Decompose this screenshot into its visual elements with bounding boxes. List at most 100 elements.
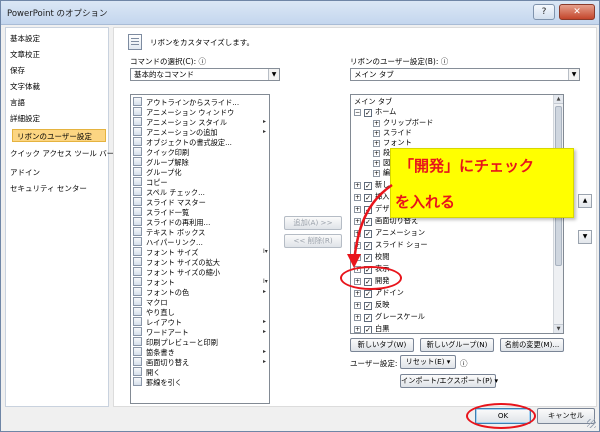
expand-icon[interactable]: + — [354, 242, 361, 249]
checkbox[interactable]: ✓ — [364, 109, 372, 117]
expand-icon[interactable]: + — [373, 120, 380, 127]
tree-tab[interactable]: + ✓ 挿入 — [354, 192, 389, 202]
nav-item-addins[interactable]: アドイン — [10, 166, 40, 179]
new-group-button[interactable]: 新しいグループ(N) — [420, 338, 494, 352]
expand-icon[interactable]: + — [354, 314, 361, 321]
nav-item-typography[interactable]: 文字体裁 — [10, 80, 40, 93]
tree-tab-home[interactable]: − ✓ ホーム — [354, 107, 396, 117]
list-item[interactable]: 罫線を引く — [133, 377, 182, 387]
list-item[interactable]: マクロ — [133, 297, 168, 307]
tree-tab[interactable]: + ✓ 反映 — [354, 300, 389, 310]
tree-tab[interactable]: + ✓ 校閲 — [354, 252, 389, 262]
commands-list[interactable]: アウトラインからスライド... アニメーション ウィンドウ アニメーション スタ… — [130, 94, 270, 404]
expand-icon[interactable]: + — [354, 218, 361, 225]
list-item[interactable]: 画面切り替え ▸ — [133, 357, 266, 367]
tree-group[interactable]: + スライド — [373, 128, 412, 138]
tree-tab[interactable]: + ✓ アニメーション — [354, 228, 425, 238]
list-item[interactable]: 印刷プレビューと印刷 — [133, 337, 218, 347]
move-down-button[interactable]: ▼ — [578, 230, 592, 244]
list-item[interactable]: フォントの色 ▸ — [133, 287, 266, 297]
remove-button[interactable]: << 削除(R) — [284, 234, 342, 248]
checkbox[interactable]: ✓ — [364, 326, 372, 333]
import-export-button[interactable]: インポート/エクスポート(P) ▾ — [400, 374, 498, 388]
list-item[interactable]: フォント サイズの拡大 — [133, 257, 220, 267]
list-item[interactable]: やり直し — [133, 307, 175, 317]
list-item[interactable]: スライド一覧 — [133, 207, 189, 217]
expand-icon[interactable]: + — [373, 150, 380, 157]
ribbon-tabs-dropdown[interactable]: メイン タブ ▼ — [350, 68, 580, 81]
nav-item-general[interactable]: 基本設定 — [10, 32, 40, 45]
list-item[interactable]: グループ解除 — [133, 157, 189, 167]
expand-icon[interactable]: + — [354, 230, 361, 237]
expand-icon[interactable]: + — [373, 160, 380, 167]
tree-tab[interactable]: + ✓ スライド ショー — [354, 240, 428, 250]
checkbox[interactable]: ✓ — [364, 254, 372, 262]
list-item[interactable]: フォント サイズ I▾ — [133, 247, 268, 257]
list-item[interactable]: グループ化 — [133, 167, 182, 177]
help-button[interactable]: ? — [533, 4, 555, 20]
checkbox[interactable]: ✓ — [364, 194, 372, 202]
list-item[interactable]: アウトラインからスライド... — [133, 97, 239, 107]
new-tab-button[interactable]: 新しいタブ(W) — [350, 338, 414, 352]
expand-icon[interactable]: + — [354, 302, 361, 309]
callout-line-1: 「開発」にチェック — [399, 157, 535, 175]
list-item[interactable]: アニメーション ウィンドウ — [133, 107, 234, 117]
list-item[interactable]: アニメーション スタイル ▸ — [133, 117, 266, 127]
nav-item-advanced[interactable]: 詳細設定 — [10, 112, 40, 125]
checkbox[interactable]: ✓ — [364, 218, 372, 226]
checkbox[interactable]: ✓ — [364, 302, 372, 310]
nav-item-quick-access-toolbar[interactable]: クイック アクセス ツール バー — [10, 147, 114, 160]
nav-item-proofing[interactable]: 文章校正 — [10, 48, 40, 61]
expand-icon[interactable]: + — [354, 182, 361, 189]
add-button[interactable]: 追加(A) >> — [284, 216, 342, 230]
collapse-icon[interactable]: − — [354, 109, 361, 116]
checkbox[interactable]: ✓ — [364, 206, 372, 214]
tree-tab[interactable]: + ✓ 白黒 — [354, 324, 389, 333]
expand-icon[interactable]: + — [354, 194, 361, 201]
list-item[interactable]: ハイパーリンク... — [133, 237, 203, 247]
list-item[interactable]: オブジェクトの書式設定... — [133, 137, 232, 147]
list-item[interactable]: フォント サイズの縮小 — [133, 267, 220, 277]
reset-button[interactable]: リセット(E) ▾ — [400, 355, 456, 369]
checkbox[interactable]: ✓ — [364, 230, 372, 238]
list-item[interactable]: ワードアート ▸ — [133, 327, 266, 337]
list-item[interactable]: 箇条書き ▸ — [133, 347, 266, 357]
expand-icon[interactable]: + — [354, 326, 361, 333]
list-item[interactable]: テキスト ボックス — [133, 227, 205, 237]
list-item[interactable]: 開く — [133, 367, 160, 377]
list-item[interactable]: スペル チェック... — [133, 187, 205, 197]
expand-icon[interactable]: + — [373, 170, 380, 177]
scroll-down-icon[interactable]: ▼ — [554, 324, 563, 333]
expand-icon[interactable]: + — [354, 290, 361, 297]
expand-icon[interactable]: + — [354, 206, 361, 213]
list-item[interactable]: フォント I▾ — [133, 277, 268, 287]
tree-group[interactable]: + フォント — [373, 138, 412, 148]
checkbox[interactable]: ✓ — [364, 314, 372, 322]
expand-icon[interactable]: + — [354, 254, 361, 261]
move-up-button[interactable]: ▲ — [578, 194, 592, 208]
close-button[interactable]: ✕ — [559, 4, 595, 20]
checkbox[interactable]: ✓ — [364, 290, 372, 298]
expand-icon[interactable]: + — [373, 140, 380, 147]
list-item[interactable]: アニメーションの追加 ▸ — [133, 127, 266, 137]
list-item[interactable]: スライド マスター — [133, 197, 206, 207]
list-item[interactable]: クイック印刷 — [133, 147, 189, 157]
list-item[interactable]: スライドの再利用... — [133, 217, 210, 227]
checkbox[interactable]: ✓ — [364, 182, 372, 190]
scroll-up-icon[interactable]: ▲ — [554, 95, 563, 104]
expand-icon[interactable]: + — [373, 130, 380, 137]
checkbox[interactable]: ✓ — [364, 242, 372, 250]
list-item[interactable]: レイアウト ▸ — [133, 317, 266, 327]
tree-group[interactable]: + 図 — [373, 158, 390, 168]
list-item[interactable]: コピー — [133, 177, 168, 187]
nav-item-trust-center[interactable]: セキュリティ センター — [10, 182, 87, 195]
resize-grip-icon[interactable] — [587, 419, 596, 428]
nav-item-customize-ribbon[interactable]: リボンのユーザー設定 — [12, 129, 106, 142]
tree-tab[interactable]: + ✓ グレースケール — [354, 312, 425, 322]
nav-item-language[interactable]: 言語 — [10, 96, 25, 109]
developer-highlight-ellipse — [340, 266, 402, 290]
commands-dropdown[interactable]: 基本的なコマンド ▼ — [130, 68, 280, 81]
nav-item-save[interactable]: 保存 — [10, 64, 25, 77]
rename-button[interactable]: 名前の変更(M)... — [500, 338, 564, 352]
tree-group[interactable]: + クリップボード — [373, 118, 433, 128]
